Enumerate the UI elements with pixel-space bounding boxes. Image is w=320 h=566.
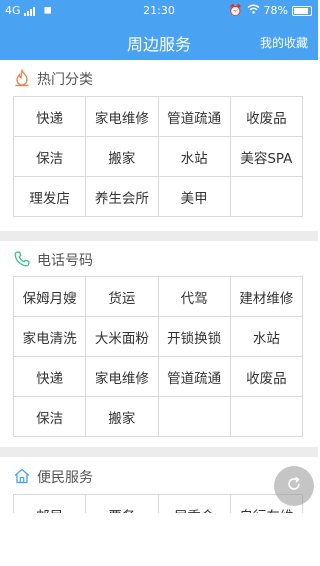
phone-water-station[interactable]: 水站 [230,317,303,357]
home-icon [13,467,31,485]
wifi-icon [247,4,260,17]
grid-row: 保姆月嫂 货运 代驾 建材维修 [14,277,303,317]
category-nail[interactable]: 美甲 [158,177,231,217]
phone-rice-flour[interactable]: 大米面粉 [86,317,159,357]
section-divider [0,231,318,241]
category-wellness-club[interactable]: 养生会所 [86,177,159,217]
alarm-icon: ⏰ [228,4,243,17]
phone-appliance-cleaning[interactable]: 家电清洗 [14,317,87,357]
empty-cell [230,397,303,437]
category-appliance-repair[interactable]: 家电维修 [86,97,159,137]
phone-appliance-repair[interactable]: 家电维修 [86,357,159,397]
phone-building-repair[interactable]: 建材维修 [230,277,303,317]
category-barber[interactable]: 理发店 [14,177,87,217]
empty-cell [158,397,231,437]
section-convenience-title: 便民服务 [37,470,93,486]
phone-nanny[interactable]: 保姆月嫂 [14,277,87,317]
grid-row: 保洁 搬家 水站 美容SPA [14,137,303,177]
phone-freight[interactable]: 货运 [86,277,159,317]
status-right: ⏰ 78% [229,4,312,17]
hot-category-grid: 快递 家电维修 管道疏通 收废品 保洁 搬家 水站 美容SPA 理发店 养生会所… [13,96,303,217]
grid-row: 保洁 搬家 [14,397,303,437]
my-favorites-button[interactable]: 我的收藏 [260,34,308,51]
grid-row: 快递 家电维修 管道疏通 收废品 [14,97,303,137]
flame-icon [13,68,31,87]
battery-percent: 78% [263,4,288,17]
phone-designated-driver[interactable]: 代驾 [158,277,231,317]
category-pipe-dredging[interactable]: 管道疏通 [158,97,231,137]
phone-express[interactable]: 快递 [14,357,87,397]
section-hot-header: 热门分类 [0,60,318,96]
grid-row: 理发店 养生会所 美甲 [14,177,303,217]
category-moving[interactable]: 搬家 [86,137,159,177]
phone-locksmith[interactable]: 开锁换锁 [158,317,231,357]
refresh-icon [284,474,304,498]
grid-row: 快递 家电维修 管道疏通 收废品 [14,357,303,397]
category-beauty-spa[interactable]: 美容SPA [230,137,303,177]
bottom-blank-area [0,513,318,566]
phone-pipe-dredging[interactable]: 管道疏通 [158,357,231,397]
category-cleaning[interactable]: 保洁 [14,137,87,177]
section-phone-title: 电话号码 [37,253,93,269]
phone-cleaning[interactable]: 保洁 [14,397,87,437]
section-phone-header: 电话号码 [0,241,318,277]
grid-row: 家电清洗 大米面粉 开锁换锁 水站 [14,317,303,357]
category-express[interactable]: 快递 [14,97,87,137]
phone-moving[interactable]: 搬家 [86,397,159,437]
category-water-station[interactable]: 水站 [158,137,231,177]
status-bar: 4G ◼ 21:30 ⏰ 78% [0,0,318,22]
section-divider [0,447,318,457]
category-recycling[interactable]: 收废品 [230,97,303,137]
empty-cell [230,177,303,217]
section-convenience-header: 便民服务 [0,458,318,494]
battery-icon [292,5,312,16]
phone-recycling[interactable]: 收废品 [230,357,303,397]
nav-bar: 周边服务 我的收藏 [0,22,318,60]
phone-icon [13,250,31,268]
section-hot-title: 热门分类 [37,72,93,88]
refresh-floating-button[interactable] [274,466,314,506]
phone-number-grid: 保姆月嫂 货运 代驾 建材维修 家电清洗 大米面粉 开锁换锁 水站 快递 家电维… [13,276,303,437]
